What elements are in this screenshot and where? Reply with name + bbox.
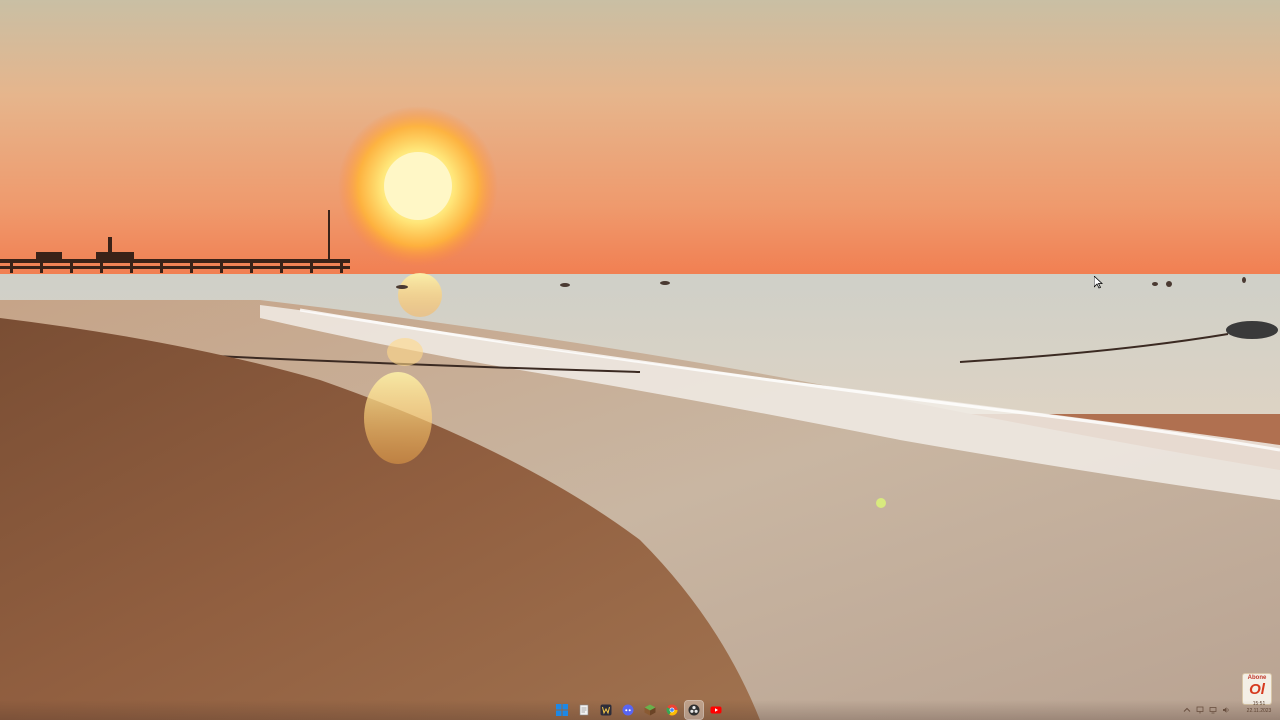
obs-studio-icon [688,704,700,716]
notepad-icon [579,704,589,716]
taskbar-obs-button[interactable] [684,700,704,720]
mouse-cursor-icon [1094,276,1103,289]
taskbar: 15:51 22.11.2023 [0,700,1280,720]
youtube-icon [710,706,722,714]
clock-date: 22.11.2023 [1246,708,1272,714]
taskbar-clock[interactable]: 15:51 22.11.2023 [1242,701,1276,715]
taskbar-notepad-button[interactable] [575,701,593,719]
taskbar-minecraft-button[interactable] [641,701,659,719]
minecraft-icon [644,704,656,716]
sunset-beach-wallpaper [0,0,1280,720]
volume-icon [1223,707,1229,713]
taskbar-winamp-button[interactable] [597,701,615,719]
taskbar-discord-button[interactable] [619,701,637,719]
display-icon [1209,707,1217,714]
taskbar-start-button[interactable] [553,701,571,719]
chevron-up-icon [1183,707,1191,712]
tray-display-button[interactable] [1209,706,1217,714]
discord-icon [622,704,634,716]
network-icon [1196,706,1204,714]
taskbar-pinned-apps [553,700,725,720]
system-tray [1183,703,1230,717]
subscribe-badge-main-text: Ol [1249,681,1265,698]
tray-network-button[interactable] [1196,706,1204,714]
tray-volume-button[interactable] [1222,706,1230,714]
desktop: Abone Ol 15:51 22.11.2023 [0,0,1280,720]
clock-time: 15:51 [1252,701,1266,707]
chrome-icon [666,704,678,716]
tray-overflow-button[interactable] [1183,706,1191,714]
winamp-icon [600,704,612,716]
windows-logo-icon [556,704,568,716]
taskbar-youtube-button[interactable] [707,701,725,719]
taskbar-chrome-button[interactable] [663,701,681,719]
